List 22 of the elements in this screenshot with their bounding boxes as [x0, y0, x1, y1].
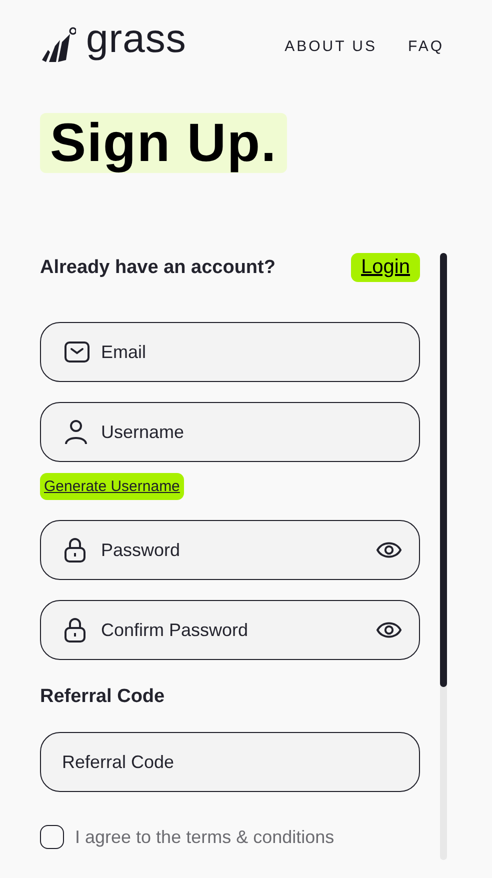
generate-username-button[interactable]: Generate Username: [40, 473, 184, 500]
input-field[interactable]: Username: [40, 402, 420, 462]
login-button[interactable]: Login: [351, 253, 420, 282]
person-icon: [64, 419, 88, 445]
lock-icon: [64, 537, 86, 563]
input-field[interactable]: Password: [40, 520, 420, 580]
nav-link[interactable]: FAQ: [408, 38, 444, 54]
terms-label: I agree to the terms & conditions: [75, 826, 334, 848]
scrollbar[interactable]: [440, 253, 447, 860]
logo-text[interactable]: grass: [86, 19, 186, 59]
lock-icon: [64, 617, 86, 643]
referral-code-field[interactable]: Referral Code: [40, 732, 420, 792]
terms-checkbox[interactable]: [40, 825, 64, 849]
page-title: Sign Up.: [40, 113, 287, 173]
referral-code-label: Referral Code: [40, 686, 166, 708]
eye-icon[interactable]: [376, 620, 402, 640]
nav-link[interactable]: ABOUT US: [284, 38, 377, 54]
input-field[interactable]: Confirm Password: [40, 600, 420, 660]
input-field[interactable]: Email: [40, 322, 420, 382]
account-prompt: Already have an account?: [40, 256, 276, 278]
envelope-icon: [64, 341, 90, 363]
eye-icon[interactable]: [376, 540, 402, 560]
